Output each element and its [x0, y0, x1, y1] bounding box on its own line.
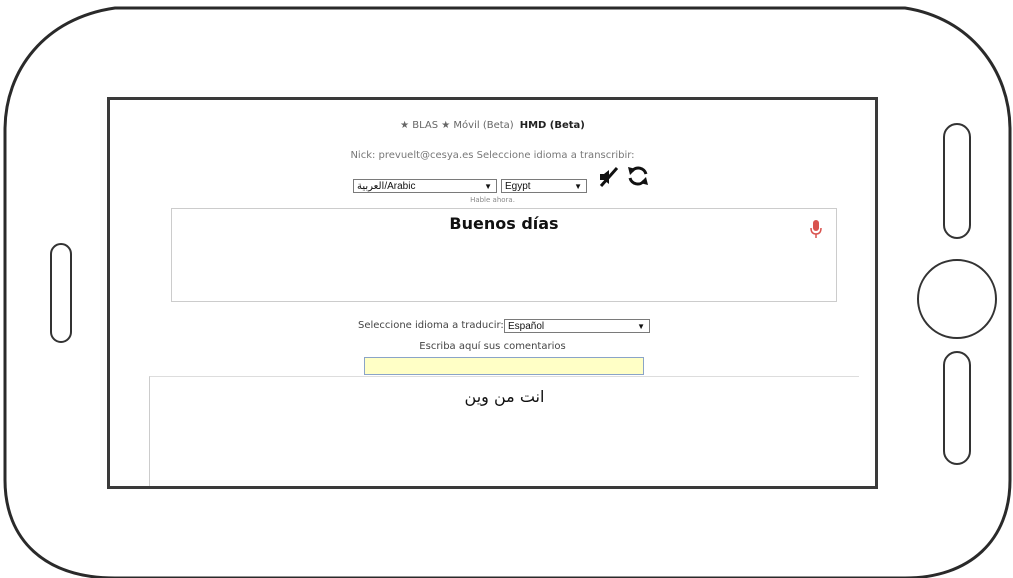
source-region-value: Egypt	[505, 181, 531, 192]
speaker-mute-icon[interactable]	[598, 167, 620, 187]
comments-label: Escriba aquí sus comentarios	[419, 341, 566, 352]
translation-box: انت من وين	[149, 376, 859, 486]
app-header: ★ BLAS ★ Móvil (Beta) HMD (Beta)	[110, 120, 875, 131]
microphone-icon[interactable]	[809, 219, 823, 239]
transcript-box: Buenos días	[171, 208, 837, 302]
translation-text: انت من وين	[464, 387, 545, 406]
right-top-button	[943, 123, 971, 239]
source-language-value: العربية/Arabic	[357, 181, 416, 192]
hmd-link[interactable]: HMD (Beta)	[520, 120, 585, 131]
right-bottom-button	[943, 351, 971, 465]
nick-line: Nick: prevuelt@cesya.es Seleccione idiom…	[350, 150, 635, 161]
translate-row: Seleccione idioma a traducir:	[358, 320, 504, 331]
chevron-down-icon: ▼	[637, 322, 645, 331]
left-side-button	[50, 243, 72, 343]
translate-label: Seleccione idioma a traducir:	[358, 320, 504, 331]
status-text: Hable ahora.	[470, 196, 515, 204]
target-language-select[interactable]: Español ▼	[504, 319, 650, 333]
transcript-text: Buenos días	[449, 214, 559, 233]
chevron-down-icon: ▼	[574, 182, 582, 191]
app-title: ★ BLAS ★ Móvil (Beta)	[400, 120, 514, 131]
comments-input[interactable]	[364, 357, 644, 375]
refresh-icon[interactable]	[626, 165, 650, 187]
source-region-select[interactable]: Egypt ▼	[501, 179, 587, 193]
source-language-select[interactable]: العربية/Arabic ▼	[353, 179, 497, 193]
home-button	[917, 259, 997, 339]
target-language-value: Español	[508, 321, 545, 332]
chevron-down-icon: ▼	[484, 182, 492, 191]
device-screen: ★ BLAS ★ Móvil (Beta) HMD (Beta) Nick: pr…	[107, 97, 878, 489]
